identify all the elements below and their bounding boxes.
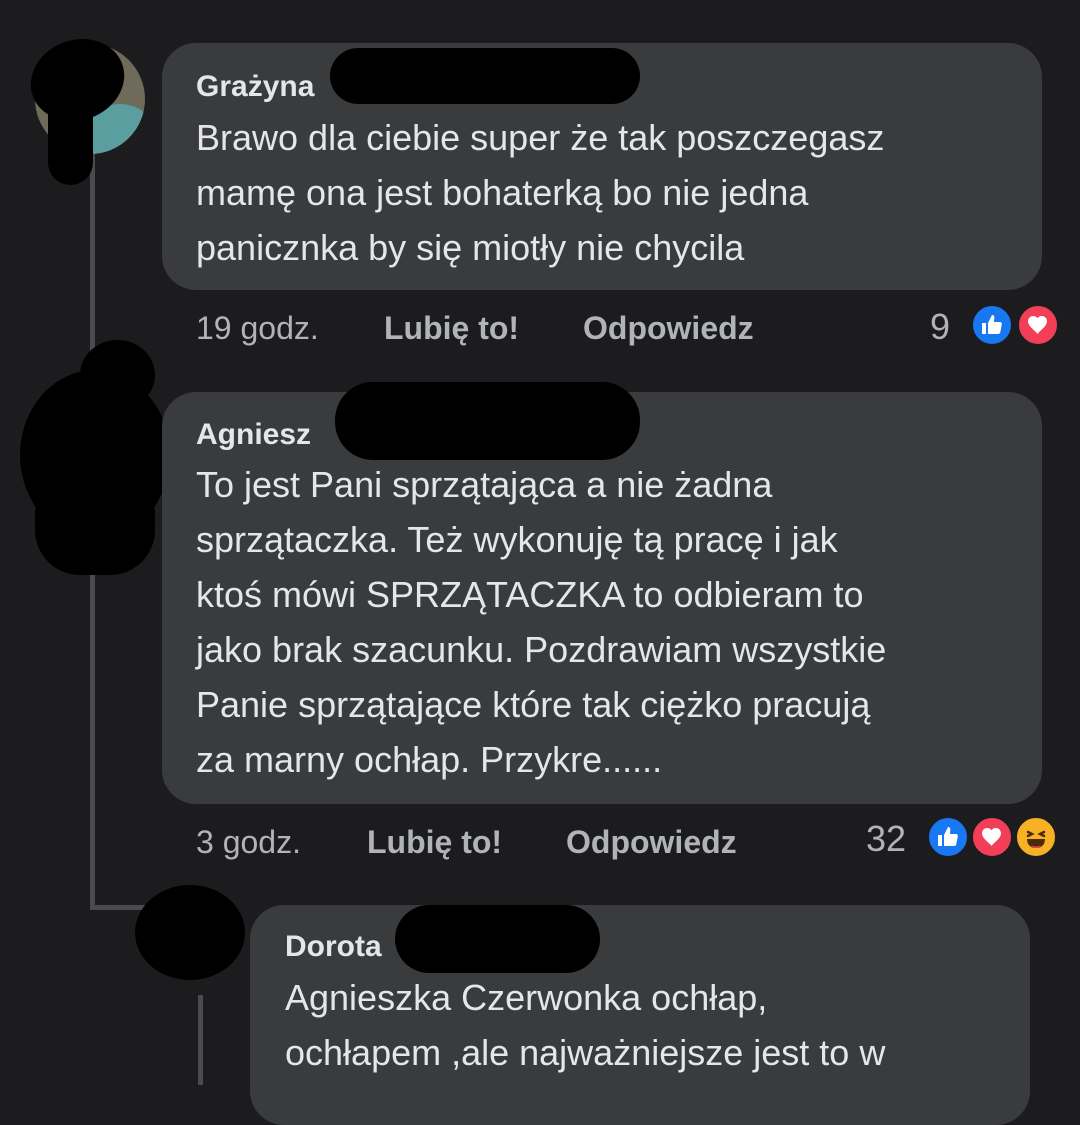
redaction-mark — [395, 905, 600, 973]
comment-text: Brawo dla ciebie super że tak poszczegas… — [196, 117, 885, 268]
reaction-count[interactable]: 32 — [866, 818, 906, 860]
like-button[interactable]: Lubię to! — [384, 310, 519, 347]
redaction-mark — [335, 382, 640, 460]
comment-text: To jest Pani sprzątająca a nie żadna spr… — [196, 464, 887, 780]
reply-author[interactable]: Dorota — [285, 930, 382, 964]
haha-icon — [1014, 815, 1058, 859]
reply-text: Agnieszka Czerwonka ochłap, ochłapem ,al… — [285, 977, 886, 1073]
redaction-mark — [80, 340, 155, 410]
redaction-mark — [330, 48, 640, 104]
redaction-mark — [48, 90, 93, 185]
comment-author[interactable]: Grażyna — [196, 70, 314, 104]
avatar[interactable] — [135, 885, 245, 980]
like-button[interactable]: Lubię to! — [367, 824, 502, 861]
like-icon — [926, 815, 970, 859]
reply-thread-line — [198, 995, 203, 1085]
love-icon — [970, 815, 1014, 859]
reply-button[interactable]: Odpowiedz — [566, 824, 737, 861]
comment-timestamp[interactable]: 19 godz. — [196, 310, 319, 347]
reply-button[interactable]: Odpowiedz — [583, 310, 754, 347]
comment-timestamp[interactable]: 3 godz. — [196, 824, 301, 861]
love-icon — [1016, 303, 1060, 347]
like-icon — [970, 303, 1014, 347]
cut-off-text — [40, 0, 240, 4]
comment-author[interactable]: Agniesz — [196, 418, 311, 452]
reaction-count[interactable]: 9 — [930, 306, 950, 348]
redaction-mark — [35, 470, 155, 575]
